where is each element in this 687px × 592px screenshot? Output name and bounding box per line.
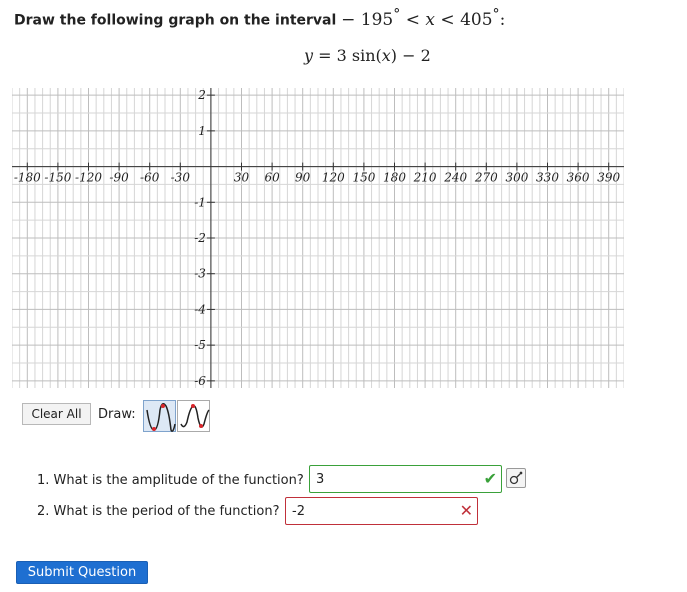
sine-wave-alt-icon <box>180 404 210 428</box>
degree-symbol: ° <box>492 6 500 22</box>
x-tick-label: -30 <box>171 171 191 185</box>
sine-wave-icon <box>146 403 176 432</box>
draw-label: Draw: <box>98 407 136 422</box>
y-tick-label: -5 <box>194 338 206 352</box>
clear-all-button[interactable]: Clear All <box>22 403 91 425</box>
x-tick-label: 390 <box>597 171 620 185</box>
y-tick-label: 2 <box>197 88 206 102</box>
function-equation: y = 3 sin(x) − 2 <box>304 46 431 65</box>
prompt-text: Draw the following graph on the interval <box>14 12 342 29</box>
y-tick-label: -2 <box>194 231 206 245</box>
key-icon-button[interactable] <box>506 468 526 488</box>
x-tick-label: 90 <box>295 171 311 185</box>
amplitude-answer-field[interactable]: ✔ <box>309 465 502 493</box>
equation-rest: ) − 2 <box>390 46 431 65</box>
sine-wave-tool[interactable] <box>143 400 176 432</box>
check-icon: ✔ <box>483 469 497 488</box>
equation-lhs: y <box>304 46 314 65</box>
x-tick-label: 30 <box>234 171 250 185</box>
x-tick-label: -120 <box>75 171 102 185</box>
y-tick-label: -1 <box>194 195 206 209</box>
x-tick-label: 270 <box>474 171 498 185</box>
sine-wave-tool-alt[interactable] <box>177 400 210 432</box>
x-tick-label: 60 <box>264 171 280 185</box>
question-prompt: Draw the following graph on the interval… <box>14 6 505 30</box>
question-2-label: 2. What is the period of the function? <box>37 504 280 519</box>
interval-variable: x <box>425 9 435 30</box>
equation-arg: x <box>381 46 391 65</box>
interval-upper: 405 <box>460 9 493 30</box>
interval-lower: − 195 <box>341 9 394 30</box>
x-tick-label: -60 <box>140 171 160 185</box>
y-tick-label: 1 <box>198 124 206 138</box>
x-tick-label: -150 <box>44 171 71 185</box>
prompt-interval: − 195° < x < 405°: <box>341 6 506 30</box>
graph-canvas[interactable]: -180 -150 -120 -90 -60 -30 30 60 90 120 150 180 210 2… <box>12 88 624 388</box>
key-icon <box>509 471 523 485</box>
x-tick-label: 240 <box>443 171 467 185</box>
x-tick-label: 210 <box>413 171 437 185</box>
question-1-label: 1. What is the amplitude of the function… <box>37 473 304 488</box>
equation-middle: = 3 sin( <box>313 46 382 65</box>
amplitude-input[interactable] <box>316 466 495 492</box>
period-input[interactable] <box>292 498 471 524</box>
x-tick-label: 150 <box>352 171 375 185</box>
y-tick-label: -3 <box>194 267 206 281</box>
x-mark-icon: ✕ <box>459 501 473 520</box>
x-tick-label: -90 <box>109 171 129 185</box>
submit-question-button[interactable]: Submit Question <box>16 561 148 584</box>
x-tick-label: -180 <box>14 171 41 185</box>
x-tick-label: 330 <box>536 171 559 185</box>
colon: : <box>499 9 506 30</box>
inequality-sign: < <box>435 9 461 30</box>
x-tick-label: 120 <box>322 171 345 185</box>
x-tick-label: 300 <box>505 171 528 185</box>
y-tick-label: -6 <box>194 374 206 388</box>
x-tick-label: 360 <box>567 171 590 185</box>
inequality-sign: < <box>400 9 426 30</box>
y-tick-label: -4 <box>194 302 206 316</box>
x-tick-label: 180 <box>383 171 406 185</box>
period-answer-field[interactable]: ✕ <box>285 497 478 525</box>
